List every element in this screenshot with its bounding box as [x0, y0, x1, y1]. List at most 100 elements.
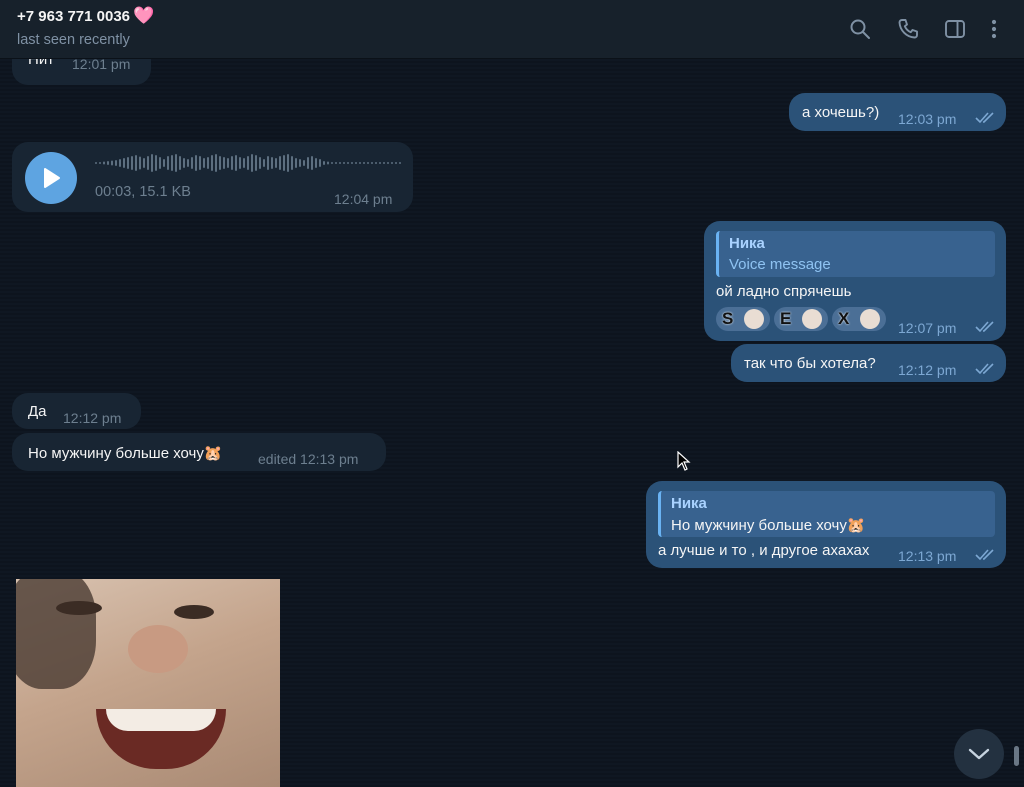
message-text-wrap: Но мужчину больше хочу🐹 [28, 444, 223, 462]
message-text: Но мужчину больше хочу [28, 445, 204, 462]
contact-name[interactable]: +7 963 771 0036 🩷 [17, 6, 154, 26]
waveform-bar [179, 156, 181, 170]
avatar [802, 309, 822, 329]
scroll-to-bottom-button[interactable] [954, 729, 1004, 779]
reply-preview[interactable]: Ника Но мужчину больше хочу🐹 [658, 491, 995, 537]
waveform-bar [175, 154, 177, 172]
chevron-down-icon [968, 748, 990, 760]
waveform-bar [371, 162, 373, 164]
reaction-chip[interactable]: S [716, 307, 770, 331]
waveform-bar [131, 156, 133, 170]
phone-icon[interactable] [895, 16, 921, 42]
waveform-bar [399, 162, 401, 164]
waveform-bar [143, 158, 145, 168]
waveform-bar [227, 158, 229, 168]
waveform-bar [299, 159, 301, 167]
message-text: так что бы хотела? [744, 355, 876, 372]
waveform-bar [203, 158, 205, 168]
waveform-bar [171, 155, 173, 171]
reply-preview[interactable]: Ника Voice message [716, 231, 995, 277]
waveform-bar [339, 162, 341, 164]
waveform-bar [391, 162, 393, 164]
waveform-bar [363, 162, 365, 164]
waveform-bar [167, 156, 169, 170]
message-outgoing[interactable]: а хочешь?) 12:03 pm [789, 93, 1006, 131]
message-incoming[interactable]: Нит 12:01 pm [12, 59, 151, 85]
avatar [860, 309, 880, 329]
reply-author: Ника [671, 495, 707, 512]
read-checkmarks-icon [975, 321, 994, 333]
waveform-bar [291, 156, 293, 170]
message-time: 12:03 pm [898, 111, 957, 127]
message-time: 12:12 pm [63, 410, 122, 426]
waveform-bar [327, 161, 329, 165]
waveform-bar [359, 162, 361, 164]
waveform-bar [375, 162, 377, 164]
hamster-emoji: 🐹 [846, 517, 866, 534]
waveform-bar [367, 162, 369, 164]
voice-meta: 00:03, 15.1 KB [95, 184, 191, 200]
message-outgoing[interactable]: Ника Но мужчину больше хочу🐹 а лучше и т… [646, 481, 1006, 568]
message-outgoing[interactable]: Ника Voice message ой ладно спрячешь S E… [704, 221, 1006, 341]
more-vertical-icon[interactable] [981, 16, 1007, 42]
waveform-bar [183, 158, 185, 168]
scrollbar-track[interactable] [1012, 62, 1020, 782]
message-time: edited 12:13 pm [258, 451, 359, 467]
waveform-bar [379, 162, 381, 164]
voice-message[interactable]: 00:03, 15.1 KB 12:04 pm [12, 142, 413, 212]
waveform-bar [187, 159, 189, 167]
waveform-bar [255, 155, 257, 171]
waveform-bar [239, 157, 241, 169]
read-checkmarks-icon [975, 363, 994, 375]
contact-name-text[interactable]: +7 963 771 0036 [17, 8, 130, 25]
message-incoming[interactable]: Но мужчину больше хочу🐹 edited 12:13 pm [12, 433, 386, 471]
read-checkmarks-icon [975, 112, 994, 124]
reply-text: Voice message [729, 256, 831, 273]
waveform-bar [211, 155, 213, 171]
scrollbar-thumb[interactable] [1014, 746, 1019, 766]
waveform-bar [387, 162, 389, 164]
waveform-bar [395, 162, 397, 164]
waveform-bar [283, 155, 285, 171]
waveform-bar [135, 155, 137, 171]
waveform-bar [343, 162, 345, 164]
photo-shadow [16, 579, 96, 689]
waveform-bar [355, 162, 357, 164]
waveform-bar [127, 157, 129, 169]
heart-emoji: 🩷 [133, 6, 155, 25]
reaction-letter: E [780, 309, 792, 328]
waveform-bar [295, 158, 297, 168]
waveform-bar [335, 162, 337, 164]
sidebar-toggle-icon[interactable] [942, 16, 968, 42]
message-list[interactable]: Нит 12:01 pm а хочешь?) 12:03 pm 00:03, … [0, 59, 1024, 787]
waveform-bar [115, 160, 117, 166]
waveform-bar [307, 157, 309, 169]
waveform-bar [223, 157, 225, 169]
photo-teeth [106, 709, 216, 731]
search-icon[interactable] [847, 16, 873, 42]
waveform-bar [383, 162, 385, 164]
voice-waveform[interactable] [95, 150, 405, 176]
photo-mouth [96, 709, 226, 769]
message-outgoing[interactable]: так что бы хотела? 12:12 pm [731, 344, 1006, 382]
waveform-bar [95, 162, 97, 164]
waveform-bar [163, 159, 165, 167]
waveform-bar [271, 157, 273, 169]
photo-message[interactable] [16, 579, 280, 787]
photo-eye [174, 605, 214, 619]
waveform-bar [315, 158, 317, 168]
message-text: Нит [28, 59, 55, 68]
waveform-bar [243, 158, 245, 168]
waveform-bar [351, 162, 353, 164]
waveform-bar [191, 157, 193, 169]
reaction-chip[interactable]: E [774, 307, 828, 331]
waveform-bar [111, 160, 113, 166]
play-button[interactable] [25, 152, 77, 204]
reaction-chip[interactable]: X [832, 307, 886, 331]
waveform-bar [107, 161, 109, 165]
message-incoming[interactable]: Да 12:12 pm [12, 393, 141, 429]
message-text: а хочешь?) [802, 104, 880, 121]
message-text: ой ладно спрячешь [716, 283, 852, 300]
waveform-bar [259, 157, 261, 169]
waveform-bar [123, 158, 125, 168]
